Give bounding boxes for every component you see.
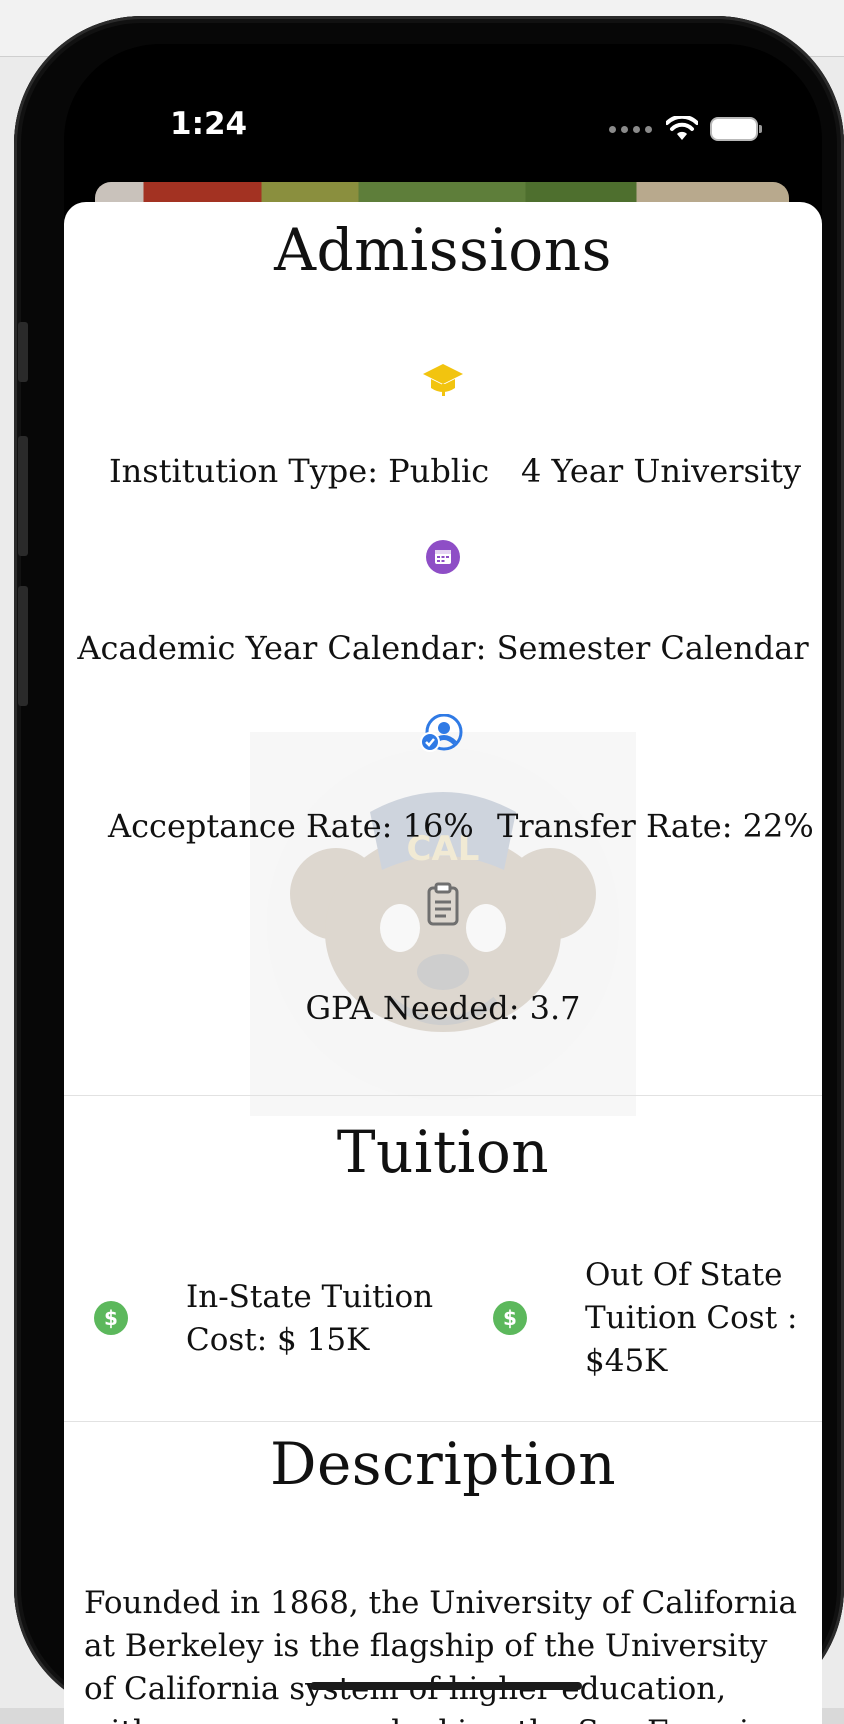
volume-up-button (18, 436, 28, 556)
out-of-state-tuition: Out Of State Tuition Cost : $45K (585, 1254, 805, 1383)
description-text: Founded in 1868, the University of Calif… (84, 1585, 801, 1724)
volume-down-button (18, 586, 28, 706)
in-state-tuition-line2: Cost: $ 15K (186, 1322, 370, 1358)
gpa-needed: GPA Needed: 3.7 (305, 989, 581, 1027)
out-of-state-line1: Out Of State (585, 1257, 783, 1293)
dollar-icon: $ (94, 1301, 128, 1335)
screenshot-frame: 1:24 CAL Admissions Institution Type: Pu… (0, 0, 844, 1724)
in-state-tuition: In-State Tuition Cost: $ 15K (186, 1276, 436, 1362)
academic-calendar: Academic Year Calendar: Semester Calenda… (77, 629, 809, 667)
admissions-title: Admissions (274, 216, 612, 284)
svg-text:$: $ (503, 1306, 517, 1330)
phone-screen: 1:24 CAL Admissions Institution Type: Pu… (64, 44, 822, 1724)
acceptance-rate: Acceptance Rate: 16% (108, 807, 474, 845)
status-time: 1:24 (170, 106, 248, 142)
status-indicators (609, 114, 762, 144)
in-state-tuition-line1: In-State Tuition (186, 1279, 434, 1315)
out-of-state-line3: $45K (585, 1343, 668, 1379)
wifi-icon (666, 116, 698, 140)
user-check-icon (420, 714, 464, 754)
mute-switch (18, 322, 28, 382)
description-title: Description (269, 1430, 617, 1498)
out-of-state-line2: Tuition Cost : (585, 1300, 798, 1336)
institution-type: Institution Type: Public (109, 452, 490, 490)
dollar-icon-out-of-state: $ (493, 1301, 527, 1335)
status-bar: 1:24 (64, 44, 822, 184)
graduation-cap-icon (421, 356, 465, 400)
clipboard-icon (426, 882, 460, 926)
transfer-rate: Transfer Rate: 22% (497, 807, 814, 845)
phone-device: 1:24 CAL Admissions Institution Type: Pu… (14, 16, 844, 1724)
signal-icon (609, 125, 652, 133)
home-indicator[interactable] (310, 1682, 582, 1690)
admissions-divider (64, 1095, 822, 1096)
school-details-sheet[interactable]: CAL Admissions Institution Type: Public … (64, 202, 822, 1724)
tuition-divider (64, 1421, 822, 1422)
calendar-icon (426, 540, 460, 574)
institution-kind: 4 Year University (521, 452, 802, 490)
battery-icon (712, 119, 762, 139)
svg-text:$: $ (104, 1306, 118, 1330)
tuition-title: Tuition (336, 1118, 550, 1186)
